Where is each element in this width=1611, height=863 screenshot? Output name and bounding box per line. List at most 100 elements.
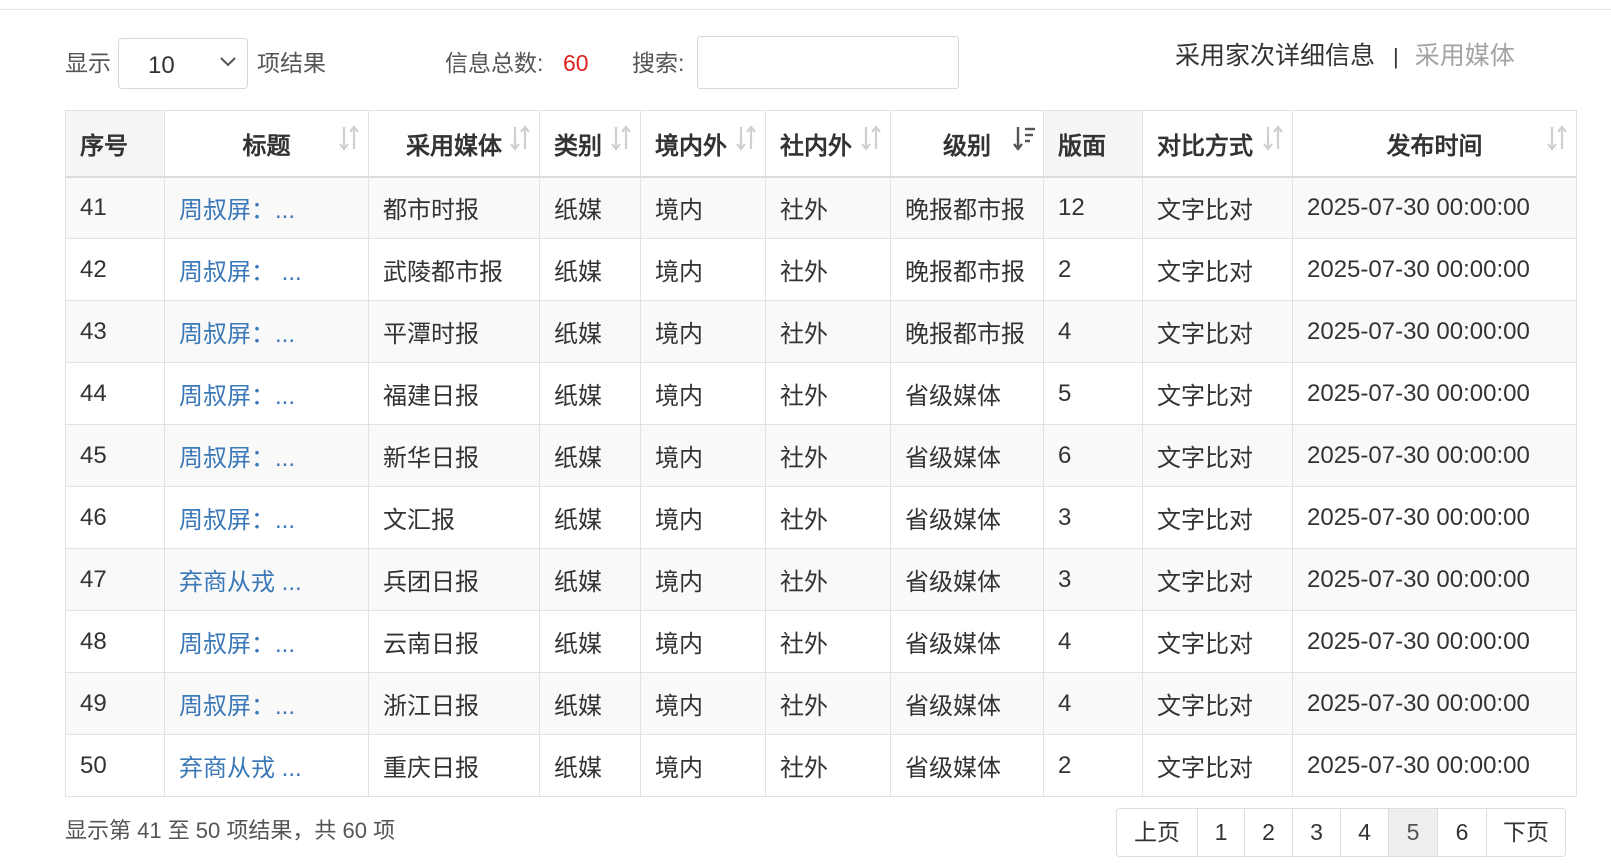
cell-index: 50	[65, 734, 165, 797]
cell-category: 纸媒	[539, 300, 641, 363]
chevron-down-icon	[220, 57, 236, 67]
cell-title[interactable]: 周叔屏：...	[164, 672, 369, 735]
cell-domestic: 境内	[640, 548, 766, 611]
cell-publish-time: 2025-07-30 00:00:00	[1292, 734, 1577, 797]
cell-internal: 社外	[765, 300, 891, 363]
cell-index: 47	[65, 548, 165, 611]
cell-page: 6	[1043, 424, 1143, 487]
page-size-select[interactable]: 10	[118, 38, 248, 89]
cell-title[interactable]: 周叔屏： ...	[164, 238, 369, 301]
cell-level: 省级媒体	[890, 362, 1044, 425]
page-button-6[interactable]: 6	[1437, 809, 1486, 856]
cell-compare: 文字比对	[1142, 734, 1293, 797]
cell-compare: 文字比对	[1142, 362, 1293, 425]
column-header-label: 发布时间	[1386, 132, 1483, 160]
cell-domestic: 境内	[640, 362, 766, 425]
cell-category: 纸媒	[539, 486, 641, 549]
top-divider	[0, 9, 1611, 10]
cell-title[interactable]: 周叔屏：...	[164, 362, 369, 425]
cell-internal: 社外	[765, 610, 891, 673]
page-button-2[interactable]: 2	[1244, 809, 1292, 856]
cell-internal: 社外	[765, 424, 891, 487]
cell-internal: 社外	[765, 238, 891, 301]
sort-icon	[507, 123, 533, 153]
tab-adopting-media[interactable]: 采用媒体	[1415, 42, 1515, 70]
sort-icon	[336, 123, 362, 153]
cell-publish-time: 2025-07-30 00:00:00	[1292, 362, 1577, 425]
column-header-label: 版面	[1058, 132, 1106, 160]
table-row: 48 周叔屏：... 云南日报 纸媒 境内 社外 省级媒体 4 文字比对 2025-07-30 0…	[65, 610, 1577, 673]
cell-index: 49	[65, 672, 165, 735]
cell-title[interactable]: 周叔屏：...	[164, 300, 369, 363]
cell-publish-time: 2025-07-30 00:00:00	[1292, 672, 1577, 735]
cell-page: 3	[1043, 548, 1143, 611]
column-header-index[interactable]: 序号	[65, 110, 165, 178]
cell-index: 42	[65, 238, 165, 301]
table-row: 46 周叔屏：... 文汇报 纸媒 境内 社外 省级媒体 3 文字比对 2025-07-30 00…	[65, 486, 1577, 549]
search-input[interactable]	[697, 36, 959, 89]
cell-index: 46	[65, 486, 165, 549]
cell-index: 44	[65, 362, 165, 425]
column-header-media[interactable]: 采用媒体	[368, 110, 540, 178]
cell-category: 纸媒	[539, 362, 641, 425]
table-toolbar: 显示 10 项结果 信息总数: 60 搜索: 采用家次详细信息 | 采用媒体	[0, 36, 1611, 90]
cell-domestic: 境内	[640, 424, 766, 487]
cell-compare: 文字比对	[1142, 610, 1293, 673]
cell-level: 省级媒体	[890, 672, 1044, 735]
column-header-label: 标题	[242, 132, 291, 160]
sort-icon	[608, 123, 634, 153]
cell-page: 12	[1043, 176, 1143, 239]
cell-category: 纸媒	[539, 734, 641, 797]
cell-publish-time: 2025-07-30 00:00:00	[1292, 300, 1577, 363]
cell-category: 纸媒	[539, 238, 641, 301]
column-header-title[interactable]: 标题	[164, 110, 369, 178]
cell-domestic: 境内	[640, 176, 766, 239]
cell-title[interactable]: 周叔屏：...	[164, 424, 369, 487]
cell-compare: 文字比对	[1142, 486, 1293, 549]
cell-title[interactable]: 周叔屏：...	[164, 176, 369, 239]
column-header-domestic[interactable]: 境内外	[640, 110, 766, 178]
cell-title[interactable]: 周叔屏：...	[164, 486, 369, 549]
cell-internal: 社外	[765, 672, 891, 735]
column-header-publish-time[interactable]: 发布时间	[1292, 110, 1577, 178]
cell-domestic: 境内	[640, 238, 766, 301]
tab-adoption-details[interactable]: 采用家次详细信息	[1175, 42, 1375, 70]
page-button-5[interactable]: 5	[1388, 809, 1437, 856]
cell-compare: 文字比对	[1142, 176, 1293, 239]
cell-category: 纸媒	[539, 672, 641, 735]
page-button-1[interactable]: 1	[1197, 809, 1244, 856]
cell-level: 省级媒体	[890, 734, 1044, 797]
column-header-label: 境内外	[655, 132, 727, 160]
cell-media: 文汇报	[368, 486, 540, 549]
cell-internal: 社外	[765, 734, 891, 797]
cell-title[interactable]: 弃商从戎 ...	[164, 548, 369, 611]
column-header-level[interactable]: 级别	[890, 110, 1044, 178]
cell-title[interactable]: 弃商从戎 ...	[164, 734, 369, 797]
table-row: 41 周叔屏：... 都市时报 纸媒 境内 社外 晚报都市报 12 文字比对 2025-07-30…	[65, 176, 1577, 239]
column-header-label: 采用媒体	[406, 132, 502, 160]
column-header-compare[interactable]: 对比方式	[1142, 110, 1293, 178]
cell-publish-time: 2025-07-30 00:00:00	[1292, 176, 1577, 239]
page-button-3[interactable]: 3	[1292, 809, 1340, 856]
table-row: 49 周叔屏：... 浙江日报 纸媒 境内 社外 省级媒体 4 文字比对 2025-07-30 0…	[65, 672, 1577, 735]
cell-internal: 社外	[765, 486, 891, 549]
cell-category: 纸媒	[539, 548, 641, 611]
cell-publish-time: 2025-07-30 00:00:00	[1292, 486, 1577, 549]
pagination-info: 显示第 41 至 50 项结果，共 60 项	[65, 818, 396, 843]
page-size-prefix: 显示	[65, 50, 111, 76]
column-header-label: 类别	[554, 132, 602, 160]
cell-title[interactable]: 周叔屏：...	[164, 610, 369, 673]
pagination: 上页 1 2 3 4 5 6 下页	[1116, 808, 1566, 857]
column-header-page[interactable]: 版面	[1043, 110, 1143, 178]
cell-domestic: 境内	[640, 300, 766, 363]
column-header-internal[interactable]: 社内外	[765, 110, 891, 178]
search-label: 搜索:	[632, 50, 685, 76]
prev-page-button[interactable]: 上页	[1117, 809, 1197, 856]
column-header-label: 级别	[943, 132, 991, 160]
cell-level: 省级媒体	[890, 486, 1044, 549]
page-button-4[interactable]: 4	[1340, 809, 1388, 856]
column-header-category[interactable]: 类别	[539, 110, 641, 178]
cell-page: 4	[1043, 610, 1143, 673]
next-page-button[interactable]: 下页	[1486, 809, 1565, 856]
tab-separator: |	[1393, 44, 1399, 69]
